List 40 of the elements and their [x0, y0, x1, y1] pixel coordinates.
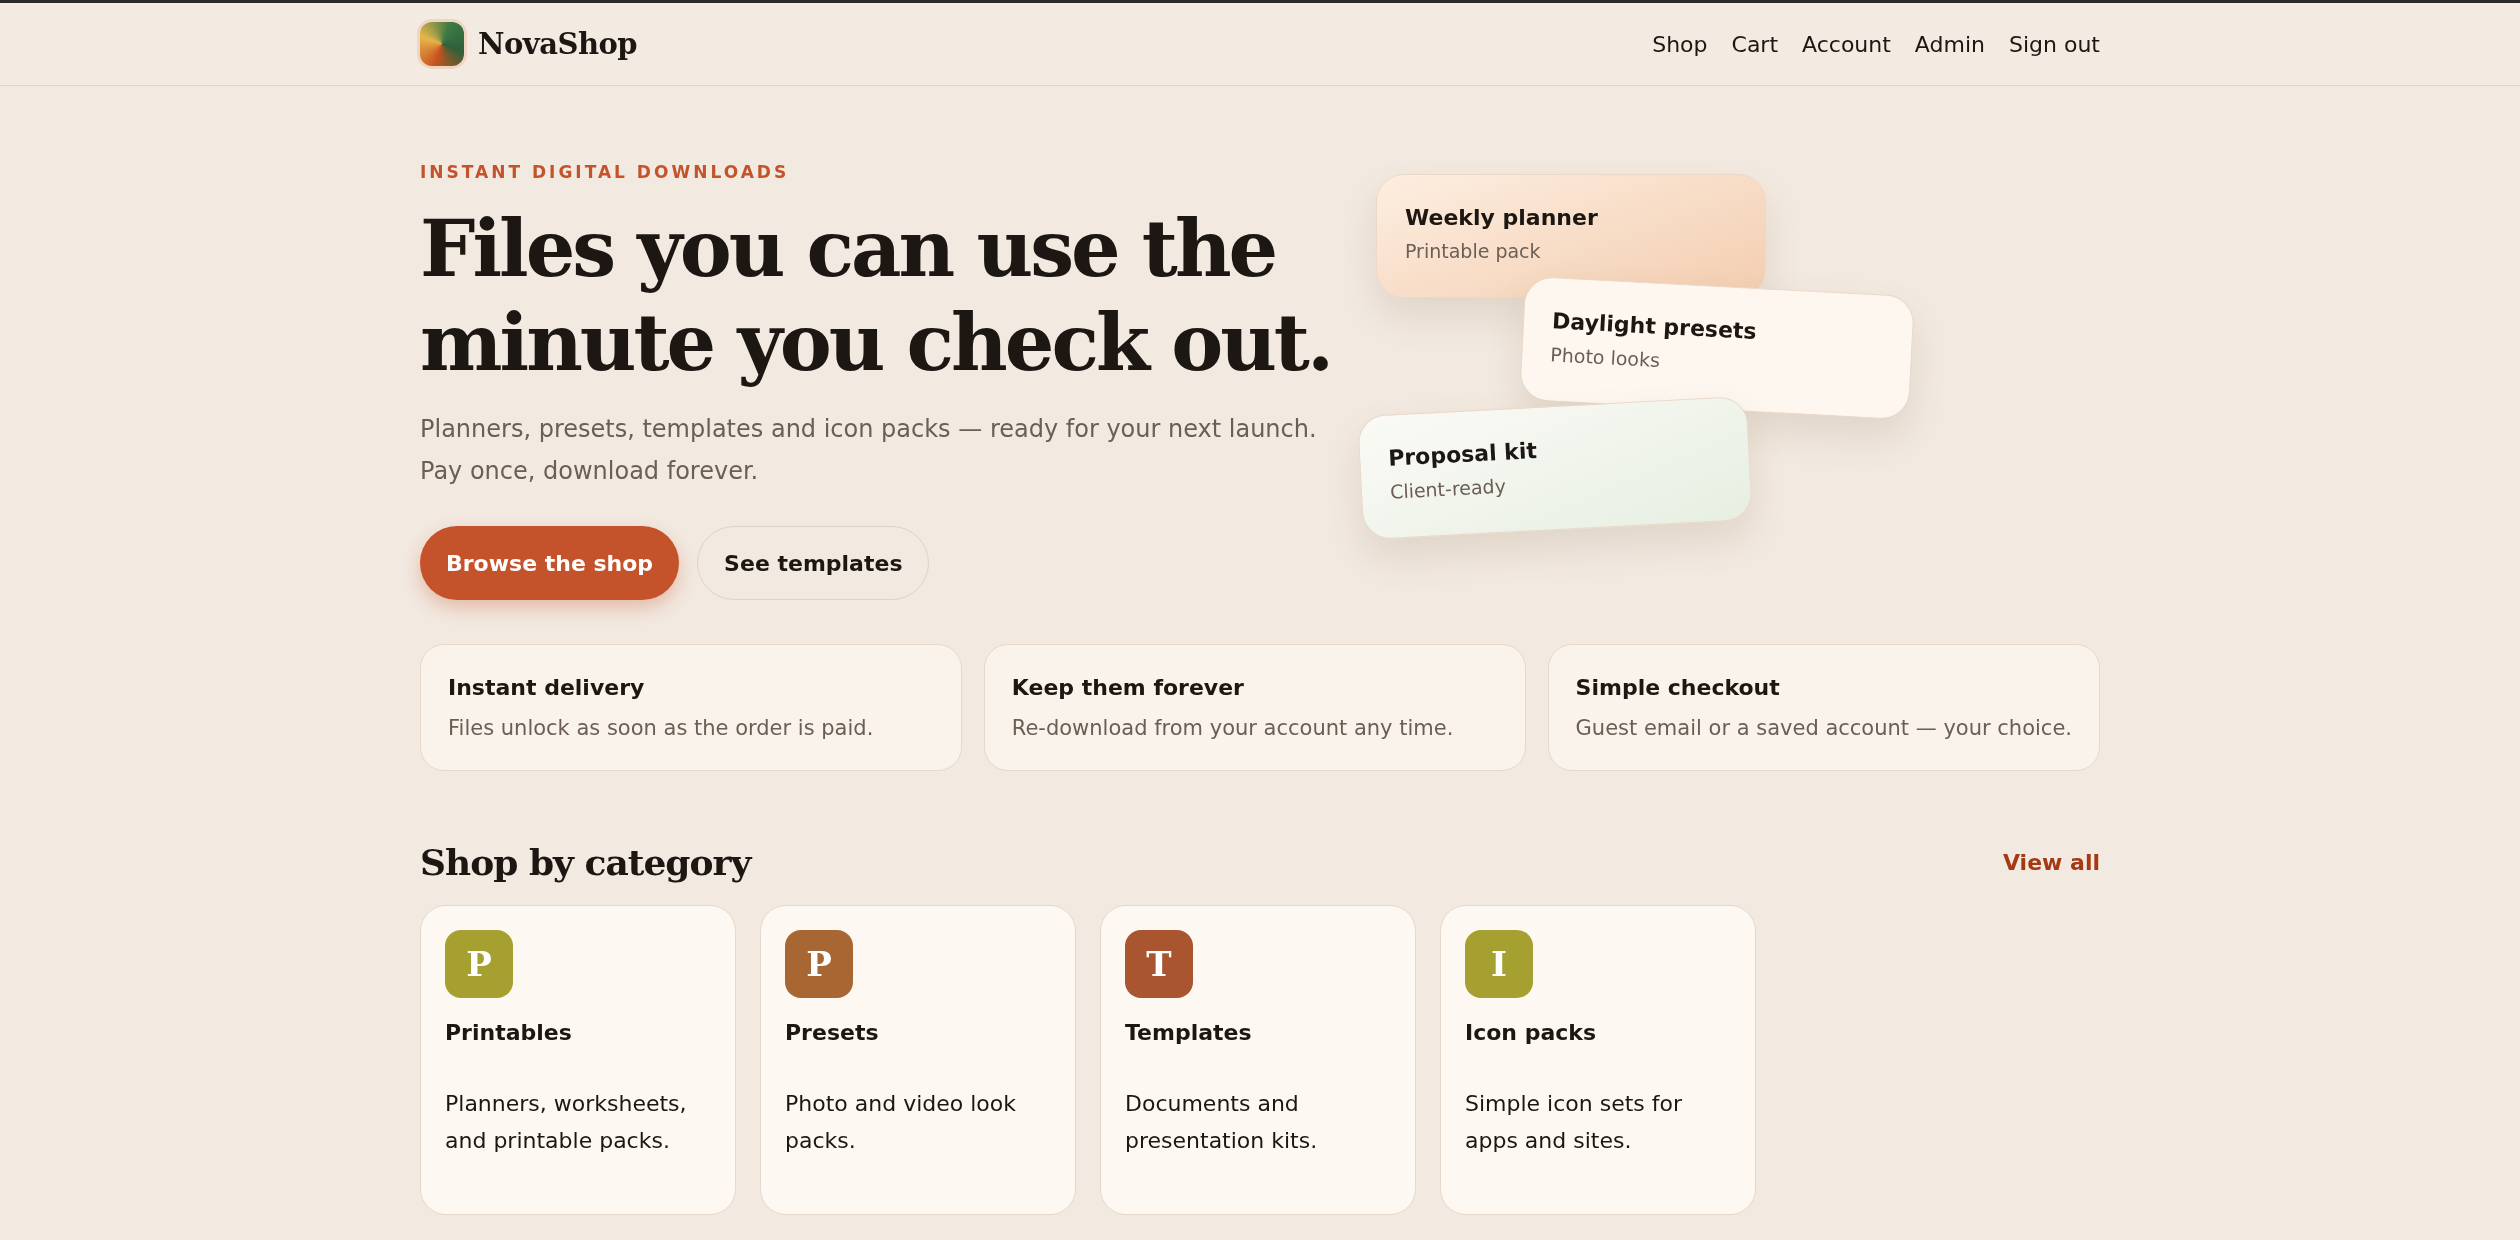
category-description: Simple icon sets for apps and sites.	[1465, 1090, 1684, 1155]
feature-text: Re-download from your account any time.	[1011, 716, 1455, 740]
feature-title: Keep them forever	[1011, 675, 1245, 700]
view-all-link[interactable]: View all	[2003, 849, 2100, 875]
category-letter-badge: P	[785, 930, 853, 998]
category-letter-badge: T	[1125, 930, 1193, 998]
hero-subtitle: Planners, presets, templates and icon packs — ready for your next launch.	[420, 414, 1318, 445]
brand-logo-icon	[420, 22, 464, 66]
nav-link[interactable]: Admin	[1914, 31, 1985, 57]
feature-text: Guest email or a saved account — your choice.	[1575, 716, 2072, 740]
brand-name: NovaShop	[478, 27, 638, 61]
hero-subtitle: Pay once, download forever.	[420, 456, 760, 487]
section-heading: Shop by category	[420, 841, 751, 883]
feature-text: Files unlock as soon as the order is paid.	[448, 716, 875, 740]
nav-link[interactable]: Shop	[1652, 31, 1708, 57]
category-card[interactable]: P Presets Photo and video look packs.	[760, 905, 1076, 1215]
hero-eyebrow: INSTANT DIGITAL DOWNLOADS	[420, 162, 791, 182]
preview-title: Proposal kit	[1387, 436, 1539, 471]
browse-button[interactable]: Browse the shop	[420, 526, 680, 600]
category-name: Icon packs	[1465, 1020, 1598, 1045]
preview-subtitle: Printable pack	[1405, 240, 1542, 262]
hero-title: Files you can use the minute you check out.	[420, 202, 1332, 390]
category-name: Templates	[1125, 1020, 1253, 1045]
category-letter-badge: P	[445, 930, 513, 998]
category-card[interactable]: I Icon packs Simple icon sets for apps and sites.	[1440, 905, 1756, 1215]
feature-title: Instant delivery	[448, 675, 646, 700]
category-name: Presets	[785, 1020, 880, 1045]
nav-link[interactable]: Sign out	[2009, 31, 2100, 57]
preview-subtitle: Client-ready	[1389, 473, 1508, 503]
category-description: Photo and video look packs.	[785, 1090, 1017, 1155]
category-card[interactable]: T Templates Documents and presentation kits.	[1100, 905, 1416, 1215]
preview-title: Weekly planner	[1405, 205, 1599, 230]
nav-link[interactable]: Cart	[1731, 31, 1779, 57]
category-letter-badge: I	[1465, 930, 1533, 998]
nav-link[interactable]: Account	[1802, 31, 1891, 57]
category-card[interactable]: P Printables Planners, worksheets, and printable packs.	[420, 905, 736, 1215]
feature-title: Simple checkout	[1575, 675, 1781, 700]
category-description: Planners, worksheets, and printable packs.	[445, 1090, 688, 1155]
category-name: Printables	[445, 1020, 573, 1045]
category-description: Documents and presentation kits.	[1125, 1090, 1319, 1155]
